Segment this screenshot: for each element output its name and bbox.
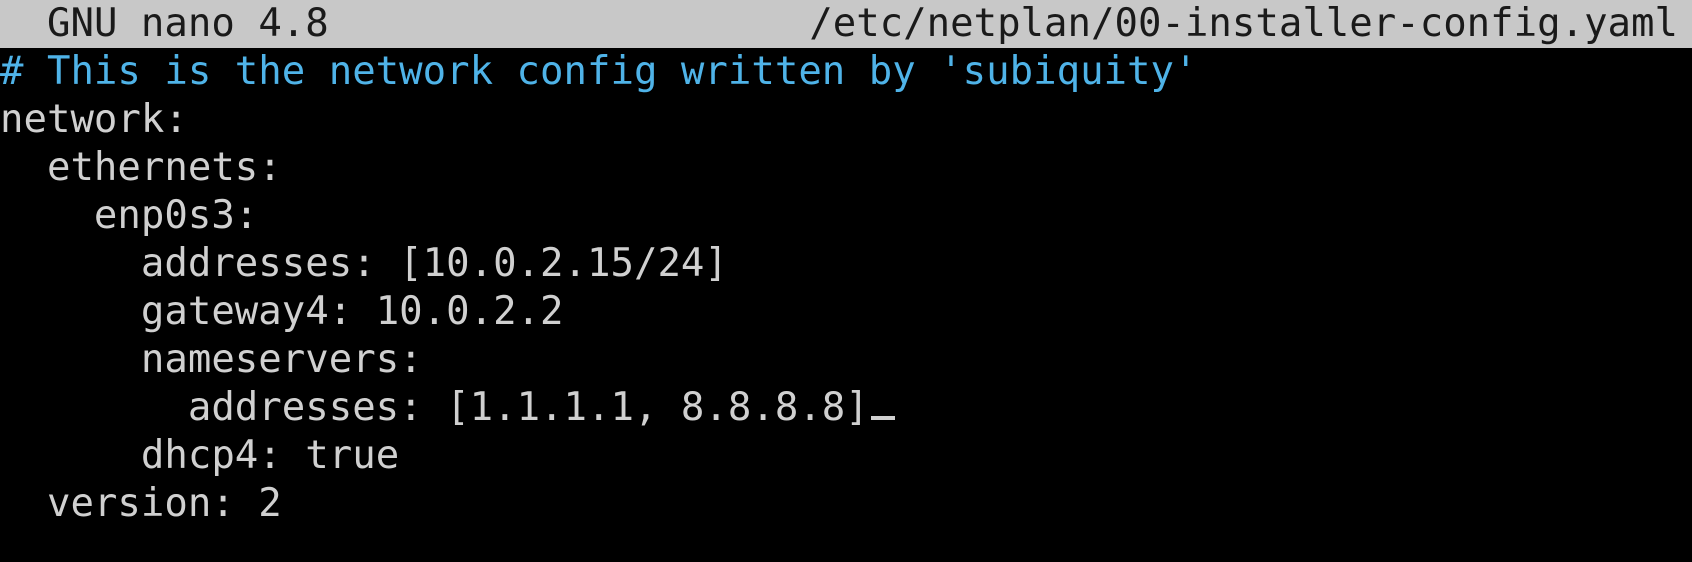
- editor-line[interactable]: nameservers:: [0, 336, 1692, 384]
- nano-title-bar: GNU nano 4.8 /etc/netplan/00-installer-c…: [0, 0, 1692, 48]
- editor-line-with-cursor[interactable]: addresses: [1.1.1.1, 8.8.8.8]: [0, 384, 1692, 432]
- editor-line-text: enp0s3:: [93, 193, 259, 238]
- editor-line-text: addresses: [10.0.2.15/24]: [140, 241, 728, 286]
- editor-line-text: addresses: [1.1.1.1, 8.8.8.8]: [187, 385, 869, 430]
- editor-line-text: ethernets:: [46, 145, 282, 190]
- editor-line-text: gateway4: 10.0.2.2: [140, 289, 564, 334]
- editor-line[interactable]: gateway4: 10.0.2.2: [0, 288, 1692, 336]
- nano-terminal-window: GNU nano 4.8 /etc/netplan/00-installer-c…: [0, 0, 1692, 562]
- text-cursor: [870, 416, 895, 420]
- editor-line[interactable]: network:: [0, 96, 1692, 144]
- editor-line[interactable]: version: 2: [0, 480, 1692, 528]
- editor-line-text: version: 2: [46, 481, 282, 526]
- editor-line-text: # This is the network config written by …: [0, 49, 1198, 94]
- editor-text-area[interactable]: # This is the network config written by …: [0, 48, 1692, 528]
- editor-line[interactable]: dhcp4: true: [0, 432, 1692, 480]
- file-path-label: /etc/netplan/00-installer-config.yaml: [809, 1, 1678, 46]
- editor-line-text: dhcp4: true: [140, 433, 400, 478]
- editor-line-text: network:: [0, 97, 188, 142]
- editor-line[interactable]: enp0s3:: [0, 192, 1692, 240]
- editor-line-text: nameservers:: [140, 337, 423, 382]
- app-version-label: GNU nano 4.8: [47, 1, 329, 46]
- editor-line-comment[interactable]: # This is the network config written by …: [0, 48, 1692, 96]
- editor-line[interactable]: addresses: [10.0.2.15/24]: [0, 240, 1692, 288]
- editor-line[interactable]: ethernets:: [0, 144, 1692, 192]
